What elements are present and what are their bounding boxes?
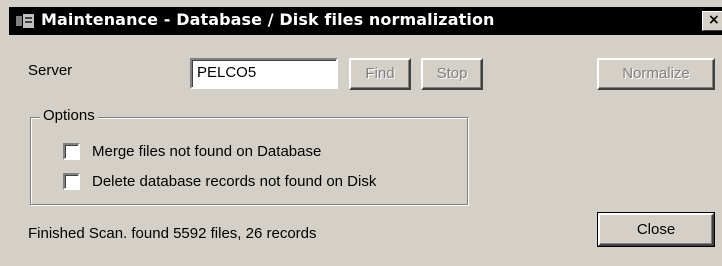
- find-button[interactable]: Find: [349, 58, 411, 90]
- server-input[interactable]: PELCO5: [190, 58, 338, 89]
- merge-files-label[interactable]: Merge files not found on Database: [92, 143, 321, 160]
- delete-records-checkbox[interactable]: [63, 173, 80, 190]
- close-button[interactable]: Close: [597, 212, 715, 247]
- app-icon: [16, 14, 34, 28]
- close-icon[interactable]: ×: [702, 11, 722, 31]
- title-bar[interactable]: Maintenance - Database / Disk files norm…: [9, 7, 722, 35]
- window-title: Maintenance - Database / Disk files norm…: [41, 10, 495, 29]
- stop-button[interactable]: Stop: [421, 58, 483, 90]
- normalize-button[interactable]: Normalize: [597, 58, 715, 90]
- options-group: [30, 117, 468, 205]
- status-text: Finished Scan. found 5592 files, 26 reco…: [28, 225, 317, 242]
- maintenance-dialog: Maintenance - Database / Disk files norm…: [0, 0, 722, 266]
- server-label: Server: [28, 62, 73, 79]
- options-group-title: Options: [40, 107, 98, 124]
- merge-files-checkbox[interactable]: [63, 143, 80, 160]
- delete-records-label[interactable]: Delete database records not found on Dis…: [92, 173, 376, 190]
